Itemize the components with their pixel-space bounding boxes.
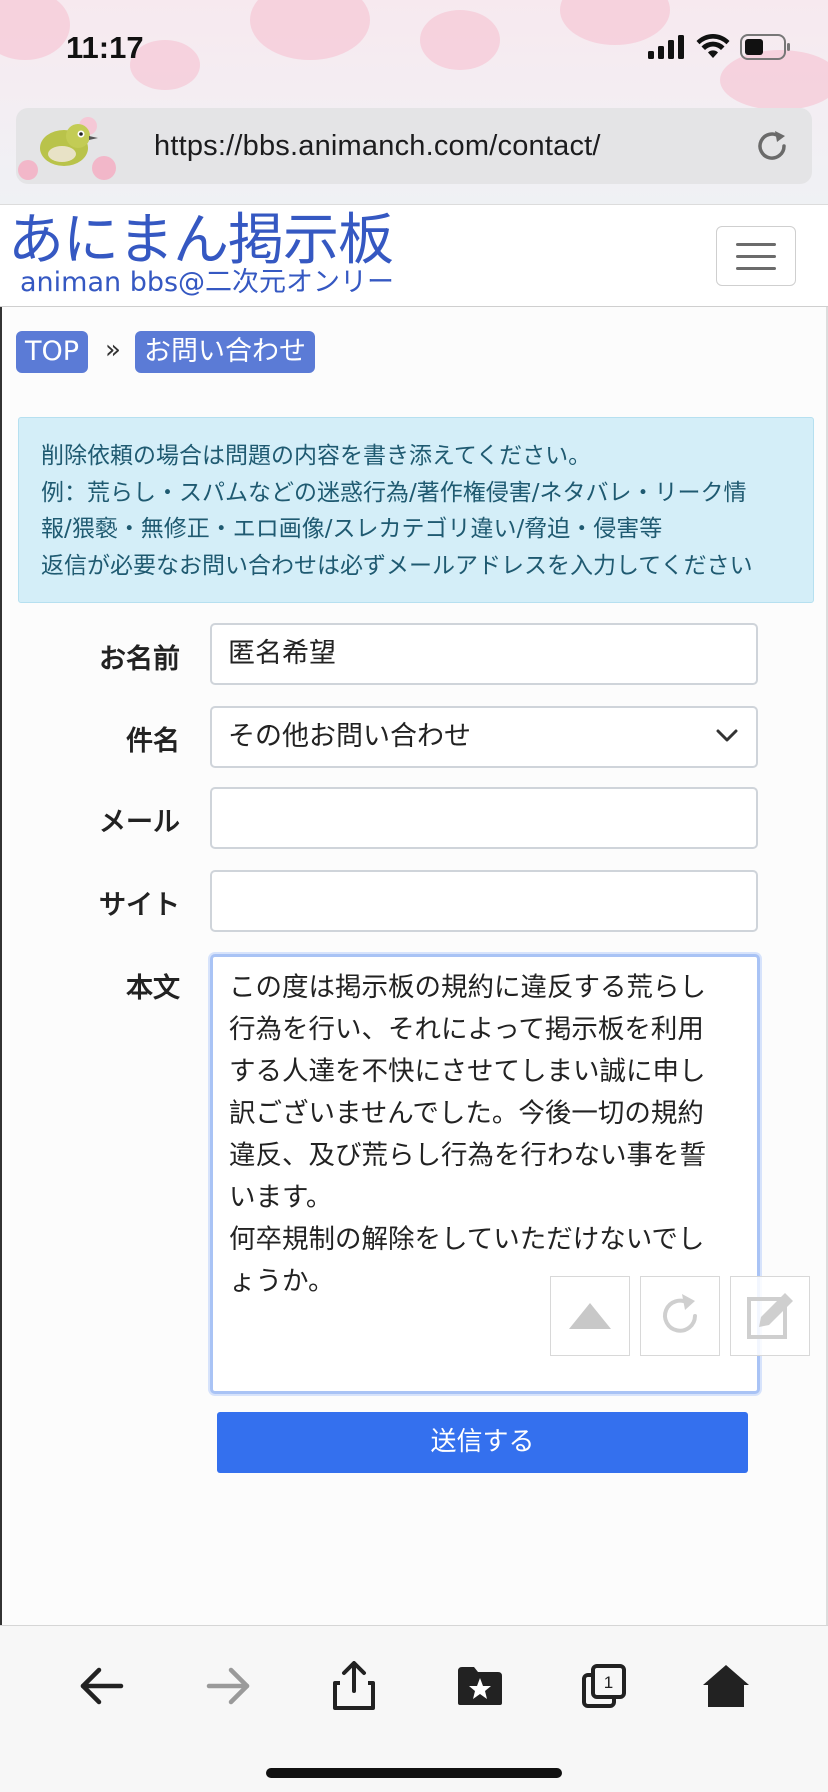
home-indicator [266, 1768, 562, 1778]
refresh-icon [663, 1294, 697, 1333]
menu-bar-line [736, 242, 776, 246]
chevron-down-icon [716, 729, 738, 742]
browser-top-chrome: 11:17 https://bbs.animanch.com/contact/ [0, 0, 828, 204]
tabs-count: 1 [604, 1673, 613, 1692]
blossom-decoration [250, 0, 370, 60]
reload-icon[interactable] [754, 128, 790, 164]
breadcrumb-separator: » [105, 335, 121, 365]
site-header: あにまん掲示板 animan bbs@二次元オンリー [0, 204, 828, 307]
site-field[interactable] [210, 870, 758, 932]
menu-bar-line [736, 254, 776, 258]
bookmarks-button[interactable] [450, 1656, 510, 1716]
notice-line: 報/猥褻・無修正・エロ画像/スレカテゴリ違い/脅迫・侵害等 [41, 516, 663, 542]
address-bar[interactable]: https://bbs.animanch.com/contact/ [16, 108, 812, 184]
body-label: 本文 [126, 973, 180, 1004]
mail-label: メール [99, 807, 180, 838]
arrow-left-icon [80, 1667, 124, 1705]
contact-page: TOP » お問い合わせ 削除依頼の場合は問題の内容を書き添えてください。 例：… [0, 307, 828, 1625]
breadcrumb-current[interactable]: お問い合わせ [135, 331, 315, 373]
status-icons [648, 34, 792, 60]
share-icon [333, 1661, 375, 1710]
site-logo-subtitle: animan bbs@二次元オンリー [20, 267, 395, 298]
refresh-button[interactable] [640, 1276, 720, 1356]
subject-label: 件名 [126, 726, 180, 757]
cellular-signal-icon [648, 35, 684, 59]
battery-icon [740, 34, 790, 60]
notice-line: 例：荒らし・スパムなどの迷惑行為/著作権侵害/ネタバレ・リーク情 [41, 479, 747, 506]
subject-selected-value: その他お問い合わせ [228, 721, 471, 752]
site-label: サイト [99, 890, 180, 921]
hamburger-menu-button[interactable] [716, 226, 796, 286]
triangle-up-icon [569, 1303, 611, 1329]
arrow-right-icon [206, 1667, 250, 1705]
subject-select[interactable]: その他お問い合わせ [210, 706, 758, 768]
scroll-top-button[interactable] [550, 1276, 630, 1356]
site-logo[interactable]: あにまん掲示板 [8, 208, 394, 273]
wifi-icon [696, 34, 730, 58]
status-time: 11:17 [66, 30, 144, 65]
name-field[interactable]: 匿名希望 [210, 623, 758, 685]
home-icon [703, 1665, 749, 1707]
tabs-button[interactable]: 1 [574, 1656, 634, 1716]
menu-bar-line [736, 266, 776, 270]
notice-line: 削除依頼の場合は問題の内容を書き添えてください。 [41, 443, 592, 469]
edit-icon [747, 1293, 793, 1339]
notice-box: 削除依頼の場合は問題の内容を書き添えてください。 例：荒らし・スパムなどの迷惑行… [18, 417, 814, 603]
breadcrumb-top-link[interactable]: TOP [16, 331, 89, 373]
blossom-decoration [420, 10, 500, 70]
home-button[interactable] [696, 1656, 756, 1716]
blossom-decoration [0, 0, 70, 60]
submit-button[interactable]: 送信する [217, 1412, 748, 1473]
share-button[interactable] [324, 1656, 384, 1716]
browser-bottom-toolbar: 1 [0, 1625, 828, 1792]
forward-button[interactable] [198, 1656, 258, 1716]
back-button[interactable] [72, 1656, 132, 1716]
site-favicon [16, 108, 120, 184]
notice-line: 返信が必要なお問い合わせは必ずメールアドレスを入力してください [41, 552, 753, 579]
compose-button[interactable] [730, 1276, 810, 1356]
tabs-icon: 1 [582, 1664, 626, 1708]
name-label: お名前 [99, 644, 180, 675]
url-text: https://bbs.animanch.com/contact/ [154, 129, 601, 162]
mail-field[interactable] [210, 787, 758, 849]
bird-icon [18, 117, 116, 180]
bookmark-folder-icon [458, 1667, 502, 1705]
